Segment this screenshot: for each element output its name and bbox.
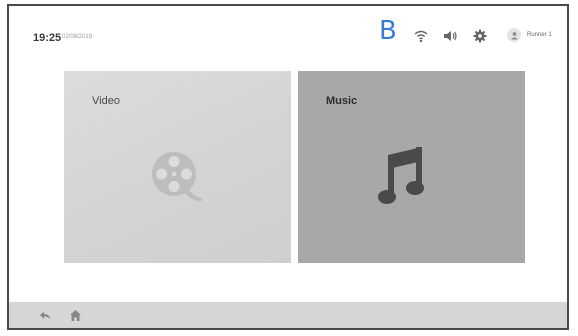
clock-date: 02/08/2019	[62, 34, 93, 40]
music-tile-label: Music	[326, 95, 358, 107]
film-reel-icon	[144, 144, 206, 211]
settings-gear-icon[interactable]	[472, 28, 488, 44]
clock-time: 19:25	[33, 32, 62, 44]
device-screen: 19:25 02/08/2019 B Runner 1 Video Music	[7, 4, 569, 330]
video-tile-label: Video	[92, 95, 120, 107]
wifi-icon[interactable]	[413, 28, 429, 44]
user-profile-chip[interactable]: Runner 1	[507, 26, 552, 44]
music-tile[interactable]: Music	[298, 71, 525, 263]
video-tile[interactable]: Video	[64, 71, 291, 263]
back-arrow-icon[interactable]	[39, 309, 52, 322]
home-icon[interactable]	[69, 309, 82, 322]
volume-icon[interactable]	[442, 28, 458, 44]
bottom-nav-bar	[9, 302, 567, 328]
music-note-icon	[374, 141, 438, 212]
user-icon	[507, 28, 521, 42]
user-name: Runner 1	[527, 32, 552, 38]
status-bar: 19:25 02/08/2019 B Runner 1	[9, 6, 567, 62]
annotation-marker: B	[379, 16, 397, 46]
